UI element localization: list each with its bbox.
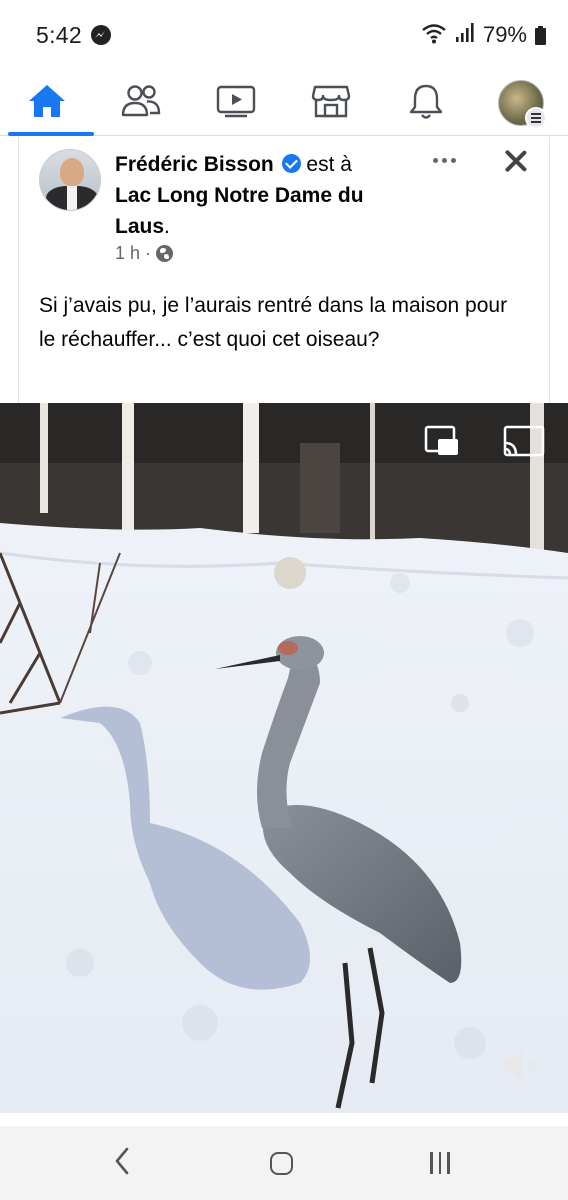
tab-menu[interactable]: [478, 70, 564, 136]
post-meta: 1 h ·: [115, 243, 174, 264]
location-link[interactable]: Lac Long Notre Dame du Laus: [115, 184, 364, 238]
android-nav-bar: [0, 1126, 568, 1200]
location-period: .: [164, 215, 170, 238]
back-button[interactable]: [72, 1126, 172, 1200]
post-text: Si j’avais pu, je l’aurais rentré dans l…: [39, 294, 508, 351]
avatar-shirt: [67, 186, 77, 210]
avatar-head: [60, 158, 84, 186]
profile-avatar: [498, 80, 547, 129]
post-header: Frédéric Bisson est à Lac Long Notre Dam…: [115, 149, 425, 242]
recents-icon: [430, 1152, 450, 1174]
back-icon: [114, 1147, 130, 1180]
wifi-icon: [421, 22, 447, 49]
battery-percent: 79%: [482, 22, 527, 47]
bell-icon: [408, 82, 444, 125]
author-name[interactable]: Frédéric Bisson: [115, 153, 274, 176]
tab-notifications[interactable]: [383, 70, 469, 136]
android-home-icon: [269, 1151, 293, 1175]
author-avatar[interactable]: [39, 149, 101, 211]
video-icon: [216, 84, 256, 123]
battery-icon: [535, 25, 546, 45]
post-media[interactable]: [0, 403, 568, 1113]
messenger-notification-icon: [91, 25, 111, 45]
location-line-1: Lac Long Notre Dame du: [115, 184, 364, 207]
more-options-button[interactable]: [425, 147, 463, 173]
location-line-2: Laus: [115, 215, 165, 238]
post-card: Frédéric Bisson est à Lac Long Notre Dam…: [18, 137, 550, 403]
meta-separator: ·: [145, 243, 152, 263]
tab-home[interactable]: [4, 70, 94, 136]
menu-icon: [525, 107, 547, 129]
home-button[interactable]: [231, 1126, 331, 1200]
signal-icon: [455, 22, 475, 49]
post-time[interactable]: 1 h: [115, 243, 140, 264]
status-time: 5:42: [36, 22, 82, 48]
location-connector: est à: [306, 153, 352, 176]
tab-video[interactable]: [193, 70, 279, 136]
friends-icon: [120, 84, 162, 123]
marketplace-icon: [311, 83, 351, 124]
close-post-button[interactable]: [499, 145, 533, 179]
status-icons: 79%: [421, 20, 546, 50]
status-bar: 5:42 79%: [0, 0, 568, 70]
globe-icon: [156, 245, 174, 262]
verified-badge-icon: [281, 154, 301, 173]
top-nav-bar: [0, 70, 568, 136]
home-icon: [27, 83, 67, 124]
tab-friends[interactable]: [98, 70, 184, 136]
recents-button[interactable]: [390, 1126, 490, 1200]
tab-marketplace[interactable]: [288, 70, 374, 136]
